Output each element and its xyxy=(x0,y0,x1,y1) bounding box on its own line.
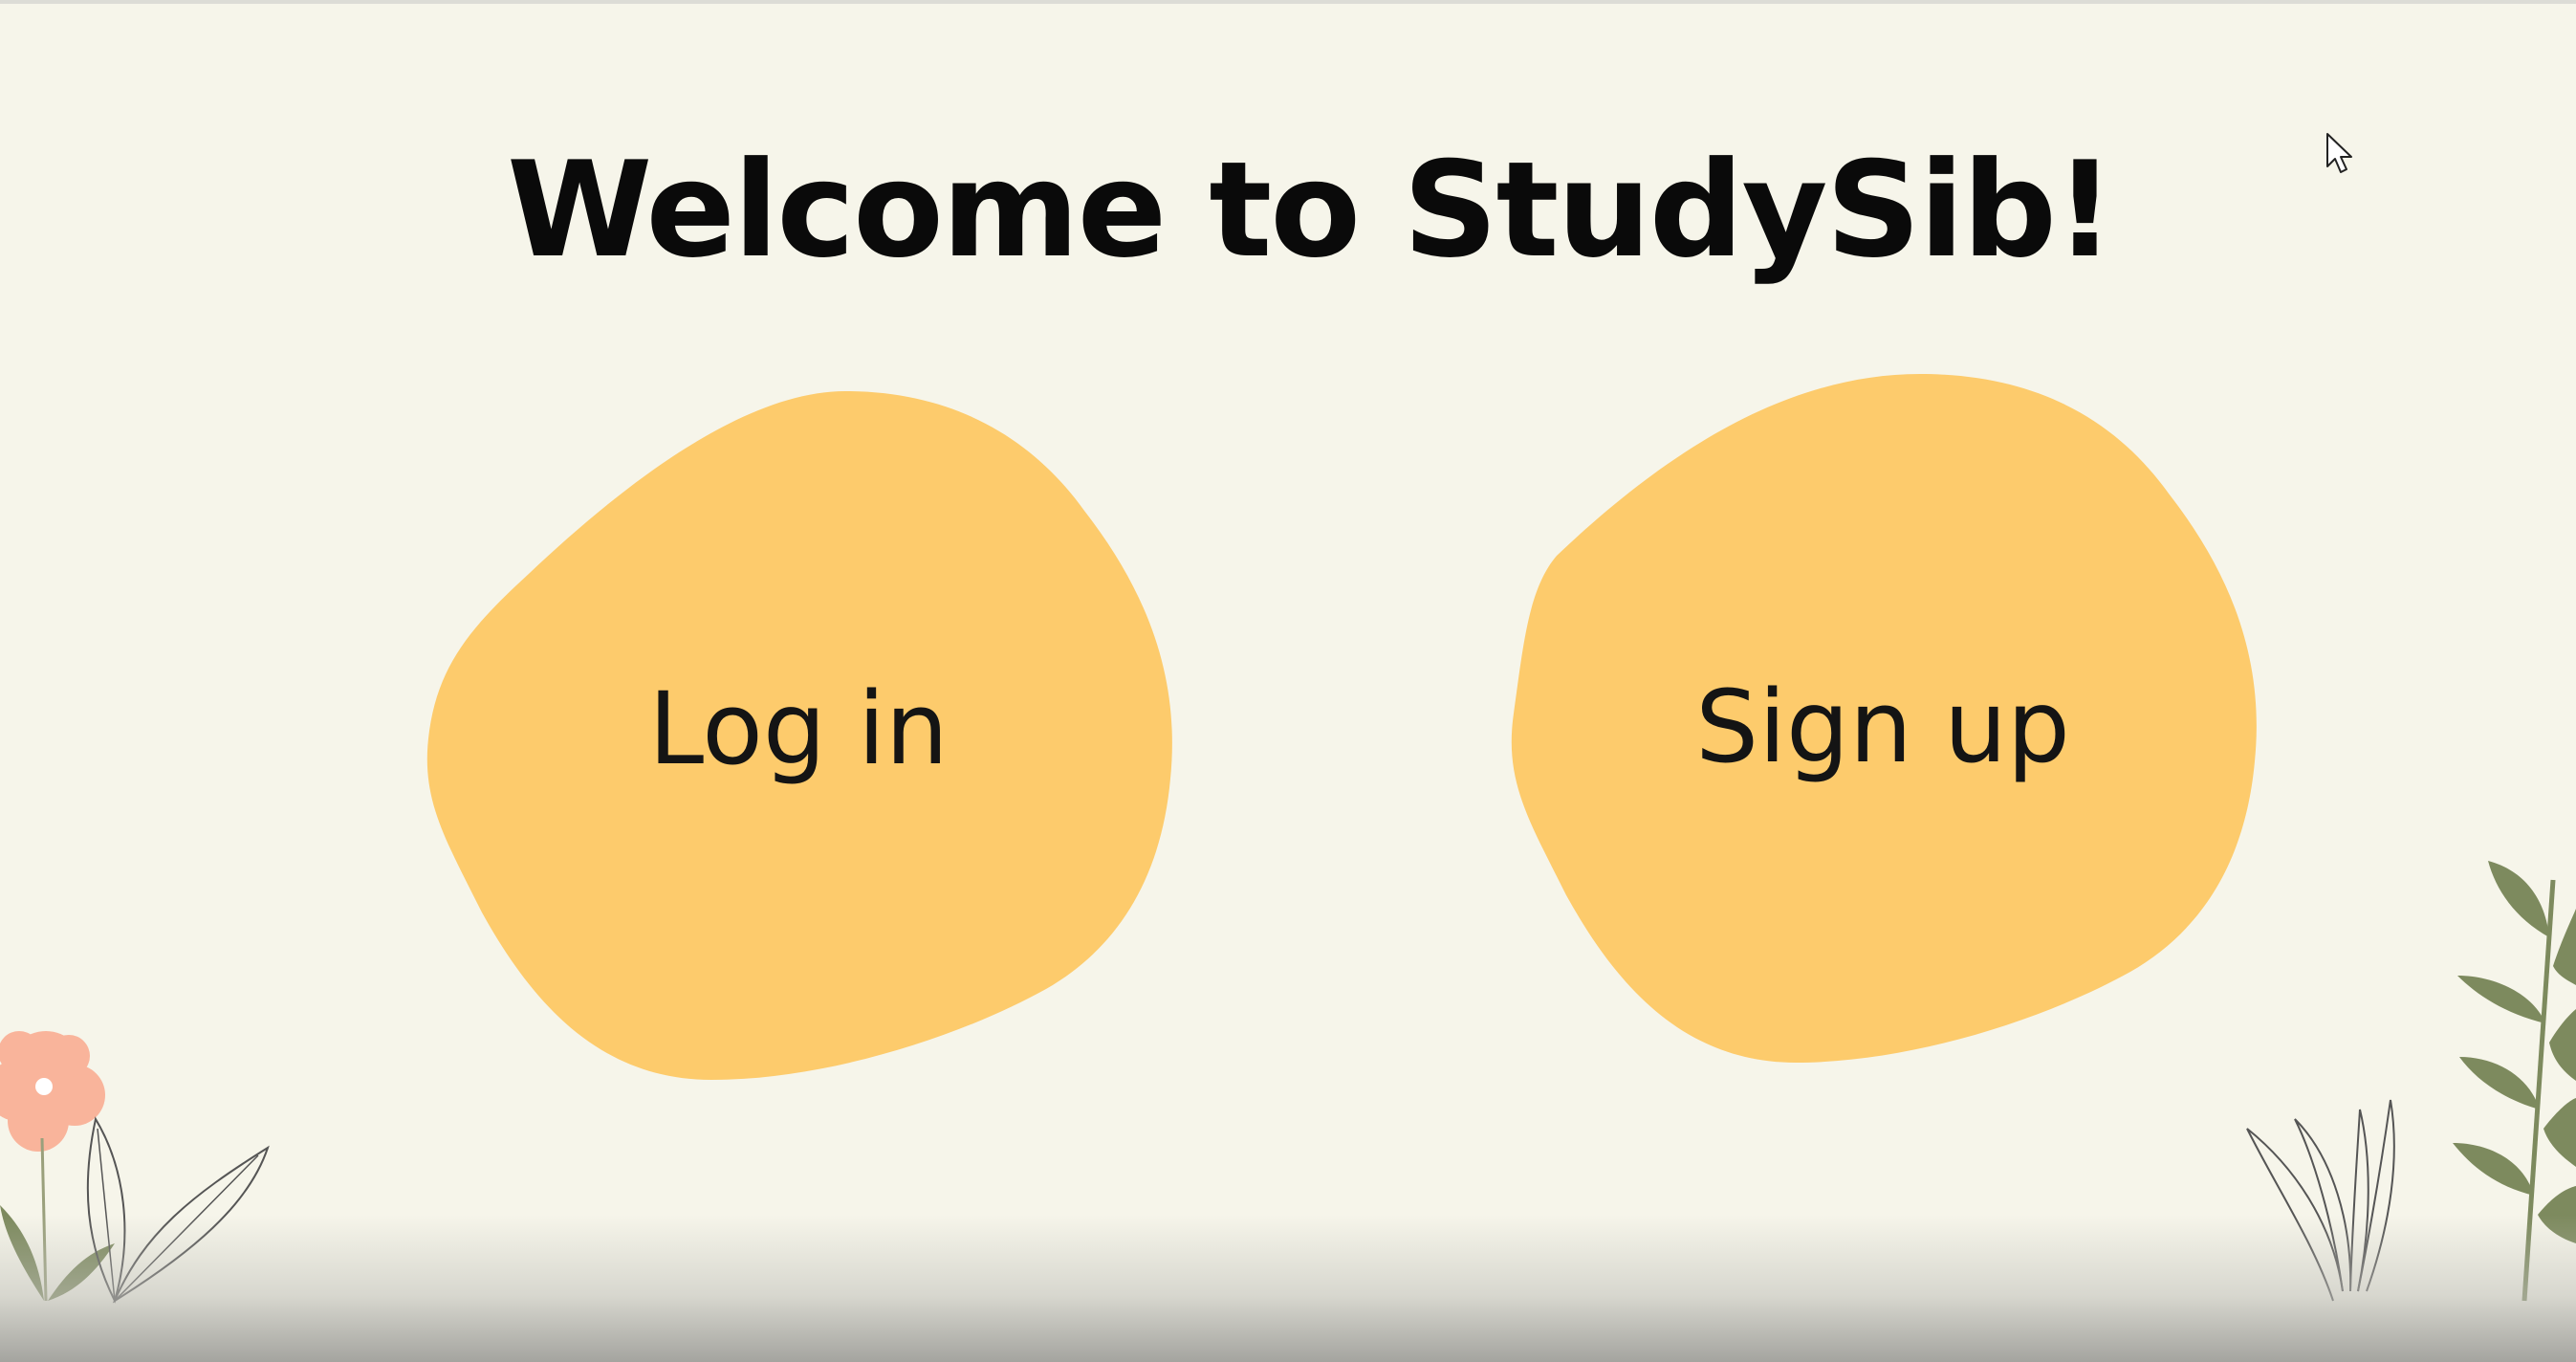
page-title: Welcome to StudySib! xyxy=(507,133,2115,287)
signup-button[interactable]: Sign up xyxy=(1509,369,2257,1067)
login-button[interactable]: Log in xyxy=(425,386,1172,1085)
top-border xyxy=(0,0,2576,4)
flower-icon xyxy=(0,1031,105,1152)
mouse-cursor-icon xyxy=(2326,133,2352,173)
login-label: Log in xyxy=(648,670,949,787)
bottom-shadow xyxy=(0,1215,2576,1362)
signup-label: Sign up xyxy=(1695,669,2070,785)
